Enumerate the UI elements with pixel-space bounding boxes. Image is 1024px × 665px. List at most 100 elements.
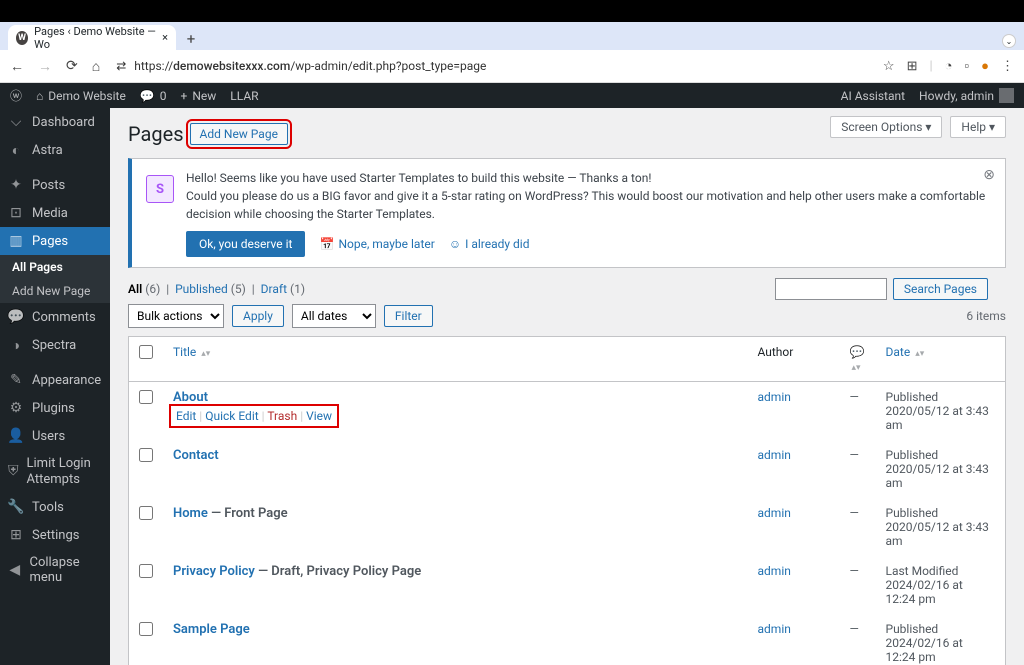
admin-sidebar: ⌵Dashboard ◐Astra ✦Posts ⊡Media ▥Pages A… xyxy=(0,108,110,665)
submenu-all-pages[interactable]: All Pages xyxy=(0,255,110,279)
back-icon[interactable]: ← xyxy=(10,58,24,75)
starter-templates-icon: S xyxy=(146,175,174,203)
menu-icon[interactable]: ⋮ xyxy=(1001,59,1014,74)
row-checkbox[interactable] xyxy=(139,506,153,520)
filter-button[interactable]: Filter xyxy=(384,305,433,327)
astra-icon: ◐ xyxy=(8,142,24,159)
spectra-icon: ◑ xyxy=(8,337,24,354)
profile-icon[interactable]: ● xyxy=(981,58,989,74)
sidebar-item-comments[interactable]: 💬Comments xyxy=(0,303,110,331)
calendar-icon: 📅 xyxy=(319,235,334,253)
row-checkbox[interactable] xyxy=(139,622,153,636)
comment-bubble-icon: 💬 xyxy=(850,345,865,359)
ok-deserve-button[interactable]: Ok, you deserve it xyxy=(186,231,305,257)
row-checkbox[interactable] xyxy=(139,448,153,462)
site-settings-icon[interactable]: ⇄ xyxy=(116,59,126,73)
new-link[interactable]: + New xyxy=(181,89,217,103)
sidebar-item-limit-login[interactable]: ⛨Limit Login Attempts xyxy=(0,450,110,493)
view-link[interactable]: View xyxy=(306,409,332,423)
page-title-link[interactable]: Contact xyxy=(173,448,219,463)
comments-link[interactable]: 💬 0 xyxy=(140,89,167,103)
sidebar-item-plugins[interactable]: ⚙Plugins xyxy=(0,394,110,422)
sidebar-item-pages[interactable]: ▥Pages xyxy=(0,227,110,255)
already-did-link[interactable]: ☺I already did xyxy=(449,235,530,253)
date-cell: Published2020/05/12 at 3:43 am xyxy=(876,440,1006,498)
edit-link[interactable]: Edit xyxy=(176,409,196,423)
dashboard-icon: ⌵ xyxy=(8,114,24,130)
dismiss-notice-icon[interactable]: ⊗ xyxy=(983,167,995,183)
page-title-link[interactable]: Sample Page xyxy=(173,622,250,637)
col-title[interactable]: Title ▴▾ xyxy=(163,337,748,382)
col-comments[interactable]: 💬 ▴▾ xyxy=(840,337,876,382)
starter-templates-notice: S Hello! Seems like you have used Starte… xyxy=(128,158,1006,268)
page-title-link[interactable]: Home — Front Page xyxy=(173,506,288,521)
date-cell: Last Modified2024/02/16 at 12:24 pm xyxy=(876,556,1006,614)
sidebar-item-media[interactable]: ⊡Media xyxy=(0,199,110,227)
sidebar-item-users[interactable]: 👤Users xyxy=(0,422,110,450)
sidebar-item-tools[interactable]: 🔧Tools xyxy=(0,493,110,521)
account-link[interactable]: Howdy, admin xyxy=(919,88,1014,103)
filter-draft[interactable]: Draft xyxy=(261,282,287,296)
sidebar-item-dashboard[interactable]: ⌵Dashboard xyxy=(0,108,110,136)
pages-table: Title ▴▾ Author 💬 ▴▾ Date ▴▾ AboutEdit |… xyxy=(128,336,1006,665)
dates-select[interactable]: All dates xyxy=(292,304,376,328)
reload-icon[interactable]: ⟳ xyxy=(66,58,78,74)
ai-assistant-link[interactable]: AI Assistant xyxy=(841,89,905,103)
forward-icon[interactable]: → xyxy=(38,58,52,75)
comments-cell: — xyxy=(840,556,876,614)
extensions-icon[interactable]: ⊞ xyxy=(907,59,918,74)
add-new-page-button[interactable]: Add New Page xyxy=(190,123,288,145)
sidebar-collapse[interactable]: ◀Collapse menu xyxy=(0,549,110,591)
user-icon: 👤 xyxy=(8,428,24,444)
page-title-link[interactable]: About xyxy=(173,390,208,405)
url-bar[interactable]: ⇄ https://demowebsitexxx.com/wp-admin/ed… xyxy=(110,59,873,73)
row-actions: Edit | Quick Edit | Trash | View xyxy=(173,408,335,424)
new-tab-button[interactable]: + xyxy=(180,28,202,50)
nope-later-link[interactable]: 📅Nope, maybe later xyxy=(319,235,434,253)
screen-options-button[interactable]: Screen Options ▾ xyxy=(830,116,942,138)
wp-logo-icon[interactable]: ⓦ xyxy=(10,87,22,104)
author-link[interactable]: admin xyxy=(758,622,791,636)
sidebar-item-settings[interactable]: ⊞Settings xyxy=(0,521,110,549)
close-tab-icon[interactable]: × xyxy=(162,31,168,44)
author-link[interactable]: admin xyxy=(758,506,791,520)
author-link[interactable]: admin xyxy=(758,564,791,578)
site-link[interactable]: ⌂ Demo Website xyxy=(36,89,126,103)
select-all-top[interactable] xyxy=(139,345,153,359)
page-title-link[interactable]: Privacy Policy — Draft, Privacy Policy P… xyxy=(173,564,421,579)
sidebar-item-astra[interactable]: ◐Astra xyxy=(0,136,110,165)
submenu-add-new-page[interactable]: Add New Page xyxy=(0,279,110,303)
bulk-actions-select[interactable]: Bulk actions xyxy=(128,304,224,328)
shield-icon: ⛨ xyxy=(8,463,19,480)
media-icon: ⊡ xyxy=(8,205,24,221)
sidebar-item-spectra[interactable]: ◑Spectra xyxy=(0,331,110,360)
comments-cell: — xyxy=(840,614,876,665)
collapse-icon: ◀ xyxy=(8,562,21,578)
sort-icon: ▴▾ xyxy=(201,352,210,357)
author-link[interactable]: admin xyxy=(758,448,791,462)
star-icon[interactable]: ☆ xyxy=(883,59,895,74)
row-checkbox[interactable] xyxy=(139,564,153,578)
items-count-top: 6 items xyxy=(966,309,1006,323)
side-panel-icon[interactable]: ◔ xyxy=(945,58,953,74)
search-button[interactable]: Search Pages xyxy=(893,278,988,300)
row-checkbox[interactable] xyxy=(139,390,153,404)
browser-tab[interactable]: W Pages ‹ Demo Website — Wo × xyxy=(8,25,176,50)
tabs-dropdown-icon[interactable]: ⌄ xyxy=(1002,34,1016,48)
home-icon[interactable]: ⌂ xyxy=(92,58,100,75)
quick-edit-link[interactable]: Quick Edit xyxy=(205,409,258,423)
search-input[interactable] xyxy=(775,278,887,300)
panel-icon[interactable]: ▫ xyxy=(965,58,970,74)
apply-button-top[interactable]: Apply xyxy=(232,305,284,327)
trash-link[interactable]: Trash xyxy=(267,409,297,423)
author-link[interactable]: admin xyxy=(758,390,791,404)
sidebar-item-posts[interactable]: ✦Posts xyxy=(0,171,110,199)
llar-link[interactable]: LLAR xyxy=(230,89,258,103)
wordpress-favicon: W xyxy=(16,31,28,45)
filter-published[interactable]: Published xyxy=(175,282,228,296)
table-row: About Edit | Quick Edit | Trash | View adm… xyxy=(129,382,1006,441)
help-button[interactable]: Help ▾ xyxy=(950,116,1006,138)
notice-line1: Hello! Seems like you have used Starter … xyxy=(186,169,991,187)
sidebar-item-appearance[interactable]: ✎Appearance xyxy=(0,366,110,394)
col-date[interactable]: Date ▴▾ xyxy=(876,337,1006,382)
